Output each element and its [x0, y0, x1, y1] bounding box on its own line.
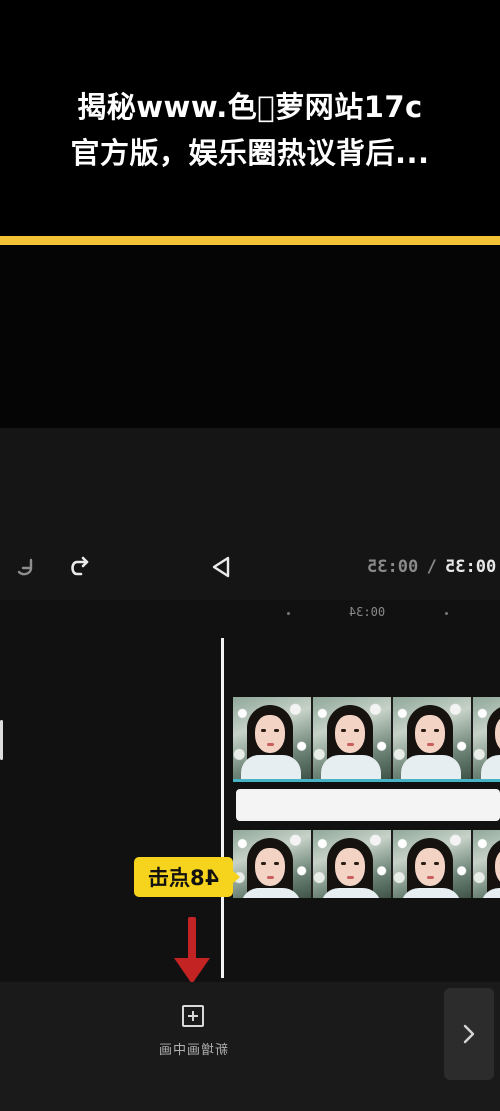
- clip-thumbnail: [393, 830, 473, 898]
- clip-thumbnail: [473, 830, 500, 898]
- banner-title-line1: 揭秘www.色𫂂萝网站17c: [77, 90, 423, 124]
- audio-track[interactable]: [236, 789, 500, 821]
- click-callout: 48点击: [134, 857, 240, 897]
- clip-thumbnail: [233, 830, 313, 898]
- add-square-icon: [182, 1005, 204, 1027]
- track-edge-handle[interactable]: [0, 720, 3, 760]
- clip-thumbnail: [233, 697, 313, 779]
- arrow-head: [174, 958, 210, 984]
- bottom-toolbar: [0, 982, 500, 1111]
- banner-title-line2: 官方版，娱乐圈热议背后...: [70, 136, 430, 170]
- add-pip-button[interactable]: 新增画中画: [150, 1005, 236, 1069]
- redo-icon: [71, 556, 89, 576]
- pip-video-track[interactable]: [233, 830, 500, 898]
- play-button[interactable]: [204, 550, 238, 584]
- ruler-tick: [287, 612, 290, 615]
- undo-icon: [17, 558, 33, 576]
- title-banner: 揭秘www.色𫂂萝网站17c 官方版，娱乐圈热议背后...: [0, 0, 500, 236]
- callout-text: 48点击: [147, 866, 220, 890]
- ruler-time-label: 00:34: [348, 605, 386, 619]
- clip-thumbnail: [313, 830, 393, 898]
- chevron-right-icon: [463, 1024, 475, 1044]
- track-underline: [233, 779, 500, 782]
- banner-title: 揭秘www.色𫂂萝网站17c 官方版，娱乐圈热议背后...: [0, 84, 500, 176]
- time-readout: 00:35 / 00:35: [346, 552, 496, 582]
- time-separator: /: [426, 557, 437, 577]
- current-time: 00:35: [444, 557, 496, 577]
- video-preview: [0, 245, 500, 428]
- total-time: 00:35: [367, 557, 419, 577]
- next-button[interactable]: [444, 988, 494, 1080]
- play-icon: [212, 556, 230, 578]
- pip-label: 新增画中画: [157, 1043, 228, 1058]
- accent-divider: [0, 236, 500, 245]
- clip-thumbnail: [313, 697, 393, 779]
- clip-thumbnail: [393, 697, 473, 779]
- undo-button[interactable]: [8, 550, 40, 584]
- main-video-track[interactable]: [233, 697, 500, 779]
- clip-thumbnail: [473, 697, 500, 779]
- playhead[interactable]: [221, 638, 224, 978]
- ruler-tick: [445, 612, 448, 615]
- redo-button[interactable]: [62, 550, 96, 584]
